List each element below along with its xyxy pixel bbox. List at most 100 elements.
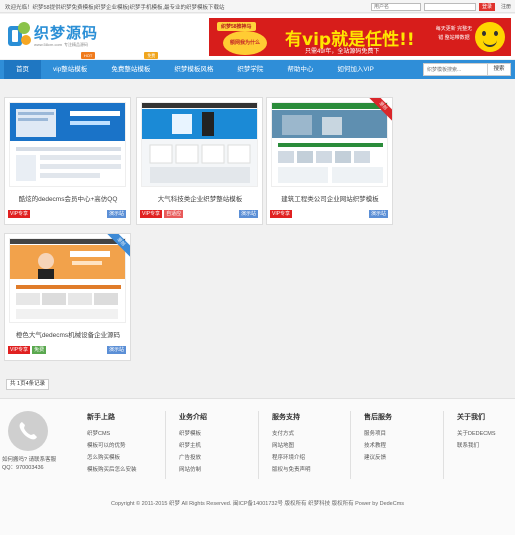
- footer-link[interactable]: 织梦模板: [179, 428, 207, 440]
- demo-button[interactable]: 演示站: [106, 210, 126, 218]
- footer-column: 售后服务服务项目 技术教程 建议反馈: [364, 412, 392, 464]
- template-tag: VIP专享: [270, 210, 293, 218]
- password-input[interactable]: [423, 2, 476, 11]
- template-card[interactable]: 建筑工程类公司企业网站织梦模板 VIP专享 演示站 原创: [266, 97, 393, 225]
- template-card[interactable]: 橙色大气dedecms机械设备企业源码 VIP专享 免费 演示站 原创: [4, 233, 131, 361]
- template-title[interactable]: 橙色大气dedecms机械设备企业源码: [9, 329, 127, 339]
- template-tags: VIP专享 免费: [8, 346, 47, 354]
- footer-divider: [258, 411, 259, 479]
- footer-link[interactable]: 关于DEDECMS: [457, 428, 496, 440]
- footer-link[interactable]: 模板可以的优势: [87, 440, 137, 452]
- footer-column: 关于我们关于DEDECMS 联系我们: [457, 412, 496, 452]
- banner-side-text: 每天更新 完整无错 整站带数据: [435, 26, 473, 41]
- nav-item[interactable]: 免费整站模板 免费: [99, 52, 162, 79]
- footer-link[interactable]: 怎么购买模板: [87, 452, 137, 464]
- footer-link[interactable]: 版权与免责声明: [272, 464, 311, 476]
- template-title[interactable]: 酷炫的dedecms会员中心+高仿QQ: [9, 193, 127, 203]
- template-title[interactable]: 大气科技类企业织梦整站模板: [141, 193, 259, 203]
- nav-item-label: 帮助中心: [287, 66, 314, 73]
- template-tag: 免费: [32, 346, 47, 354]
- template-card[interactable]: 大气科技类企业织梦整站模板 VIP专享 自适应 演示站: [136, 97, 263, 225]
- search-input[interactable]: [423, 63, 488, 76]
- footer-column-title: 业务介绍: [179, 414, 207, 421]
- nav-badge: HOT: [80, 52, 96, 59]
- top-bar: 欢迎光临！织梦58提供织梦免费模板|织梦企业模板|织梦手机模板,最专业的织梦模板…: [0, 0, 515, 13]
- footer-divider: [443, 411, 444, 479]
- footer-column: 服务支持支付方式 网站地图 程序环境介绍 版权与免责声明: [272, 412, 311, 476]
- footer-link[interactable]: 织梦主机: [179, 440, 207, 452]
- username-input[interactable]: [370, 2, 421, 11]
- contact-text: 如何搬吗? 请联系客服: [2, 457, 57, 463]
- nav-item[interactable]: vip整站模板 HOT: [41, 52, 99, 79]
- template-card[interactable]: 酷炫的dedecms会员中心+高仿QQ VIP专享 演示站: [4, 97, 131, 225]
- site-header: 织梦源码 www.58cm.com 专注精品源码 织梦58推神马 额网我为什么 …: [0, 14, 515, 59]
- welcome-text: 欢迎光临！织梦58提供织梦免费模板|织梦企业模板|织梦手机模板,最专业的织梦模板…: [5, 5, 225, 11]
- demo-button[interactable]: 演示站: [106, 346, 126, 354]
- register-link[interactable]: 注册: [501, 3, 511, 10]
- contact-qq: QQ：970003436: [2, 465, 44, 471]
- template-tag: VIP专享: [8, 210, 31, 218]
- footer-link[interactable]: 模板购买后怎么安装: [87, 464, 137, 476]
- template-tags: VIP专享: [270, 210, 293, 218]
- footer-link[interactable]: 联系我们: [457, 440, 496, 452]
- nav-item[interactable]: 帮助中心: [275, 60, 325, 79]
- template-thumbnail[interactable]: [271, 102, 388, 187]
- vip-banner[interactable]: 织梦58推神马 额网我为什么 有vip就是任性!! 只需49/年，全站源码免费下…: [209, 18, 511, 56]
- footer-divider: [350, 411, 351, 479]
- demo-button[interactable]: 演示站: [238, 210, 258, 218]
- footer-link[interactable]: 技术教程: [364, 440, 392, 452]
- footer-link[interactable]: 广告投放: [179, 452, 207, 464]
- logo-url: www.58cm.com: [34, 42, 63, 47]
- template-title[interactable]: 建筑工程类公司企业网站织梦模板: [271, 193, 389, 203]
- footer-column: 新手上路织梦CMS 模板可以的优势 怎么购买模板 模板购买后怎么安装: [87, 412, 137, 476]
- nav-item[interactable]: 织梦学院: [225, 60, 275, 79]
- footer-link[interactable]: 织梦CMS: [87, 428, 137, 440]
- logo-slogan: 专注精品源码: [64, 42, 88, 47]
- demo-button[interactable]: 演示站: [368, 210, 388, 218]
- template-thumbnail[interactable]: [9, 238, 126, 323]
- logo-name: 织梦源码: [34, 24, 99, 42]
- banner-circle: 额网我为什么: [223, 31, 267, 55]
- footer-column-title: 关于我们: [457, 414, 485, 421]
- footer-column-title: 服务支持: [272, 414, 300, 421]
- logo-icon: [8, 22, 31, 46]
- nav-item-label: vip整站模板: [53, 66, 88, 73]
- search-bar: 搜索: [423, 63, 511, 76]
- footer-link[interactable]: 网站地图: [272, 440, 311, 452]
- banner-tag: 织梦58推神马: [217, 22, 256, 31]
- search-button[interactable]: 搜索: [488, 63, 511, 76]
- template-tags: VIP专享 自适应: [140, 210, 184, 218]
- main-nav: 首页 vip整站模板 HOT 免费整站模板 免费织梦模板风格 织梦学院 帮助中心 如何加入VI…: [0, 52, 515, 79]
- footer-column-title: 新手上路: [87, 414, 115, 421]
- nav-item-label: 如何加入VIP: [337, 66, 374, 73]
- footer-link[interactable]: 网站仿制: [179, 464, 207, 476]
- template-tag: VIP专享: [8, 346, 31, 354]
- template-thumbnail[interactable]: [141, 102, 258, 187]
- template-thumbnail[interactable]: [9, 102, 126, 187]
- template-tags: VIP专享: [8, 210, 31, 218]
- footer-link[interactable]: 建议反馈: [364, 452, 392, 464]
- nav-item[interactable]: 织梦模板风格: [162, 60, 225, 79]
- footer-link[interactable]: 服务项目: [364, 428, 392, 440]
- login-form: 登录 注册: [370, 2, 511, 11]
- pagination-info: 共 1页4条记录: [6, 379, 50, 390]
- banner-subtext: 只需49/年，全站源码免费下: [305, 49, 380, 55]
- nav-badge: 免费: [144, 52, 159, 59]
- site-footer: 如何搬吗? 请联系客服 QQ：970003436 新手上路织梦CMS 模板可以的优…: [0, 398, 515, 535]
- nav-item-label: 织梦学院: [237, 66, 264, 73]
- login-button[interactable]: 登录: [478, 2, 495, 11]
- copyright: Copyright © 2011-2015 织梦 All Rights Rese…: [110, 501, 405, 507]
- footer-link[interactable]: 支付方式: [272, 428, 311, 440]
- nav-item[interactable]: 如何加入VIP: [325, 60, 385, 79]
- nav-item[interactable]: 首页: [4, 60, 41, 79]
- nav-item-label: 织梦模板风格: [174, 66, 214, 73]
- smiley-icon: [475, 22, 505, 52]
- template-tag: 自适应: [164, 210, 184, 218]
- phone-avatar: [8, 411, 48, 451]
- footer-column-title: 售后服务: [364, 414, 392, 421]
- phone-icon: [19, 422, 37, 440]
- footer-link[interactable]: 程序环境介绍: [272, 452, 311, 464]
- nav-item-label: 首页: [16, 66, 29, 73]
- footer-divider: [165, 411, 166, 479]
- nav-item-label: 免费整站模板: [111, 66, 151, 73]
